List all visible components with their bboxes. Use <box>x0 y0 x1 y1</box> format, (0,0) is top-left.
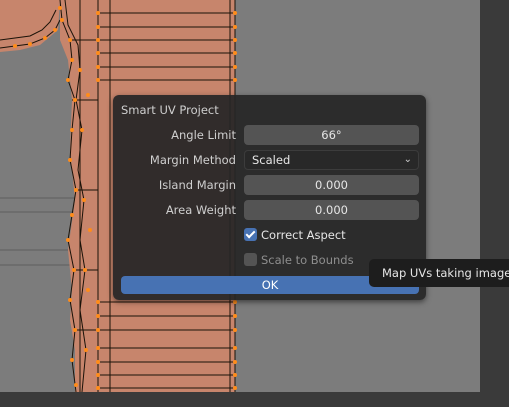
dialog-title: Smart UV Project <box>121 103 219 117</box>
scale-to-bounds-label: Scale to Bounds <box>261 253 354 267</box>
angle-limit-row: Angle Limit 66° <box>113 125 426 145</box>
chevron-down-icon: ⌄ <box>403 154 412 165</box>
island-margin-row: Island Margin 0.000 <box>113 175 426 195</box>
angle-limit-field[interactable]: 66° <box>244 125 419 145</box>
margin-method-label: Margin Method <box>149 153 236 167</box>
checkbox-unchecked-icon[interactable] <box>244 253 257 266</box>
tooltip: Map UVs taking image as <box>369 259 509 287</box>
correct-aspect-label: Correct Aspect <box>261 228 346 242</box>
checkbox-checked-icon[interactable] <box>244 228 257 241</box>
area-weight-label: Area Weight <box>165 203 236 217</box>
island-margin-label: Island Margin <box>158 178 236 192</box>
uv-editor-viewport[interactable]: Smart UV Project Angle Limit 66° Margin … <box>0 0 509 407</box>
angle-limit-label: Angle Limit <box>171 128 236 142</box>
area-weight-row: Area Weight 0.000 <box>113 200 426 220</box>
margin-method-value: Scaled <box>252 153 291 167</box>
island-margin-field[interactable]: 0.000 <box>244 175 419 195</box>
area-weight-field[interactable]: 0.000 <box>244 200 419 220</box>
margin-method-dropdown[interactable]: Scaled ⌄ <box>244 150 419 170</box>
margin-method-row: Margin Method Scaled ⌄ <box>113 150 426 170</box>
